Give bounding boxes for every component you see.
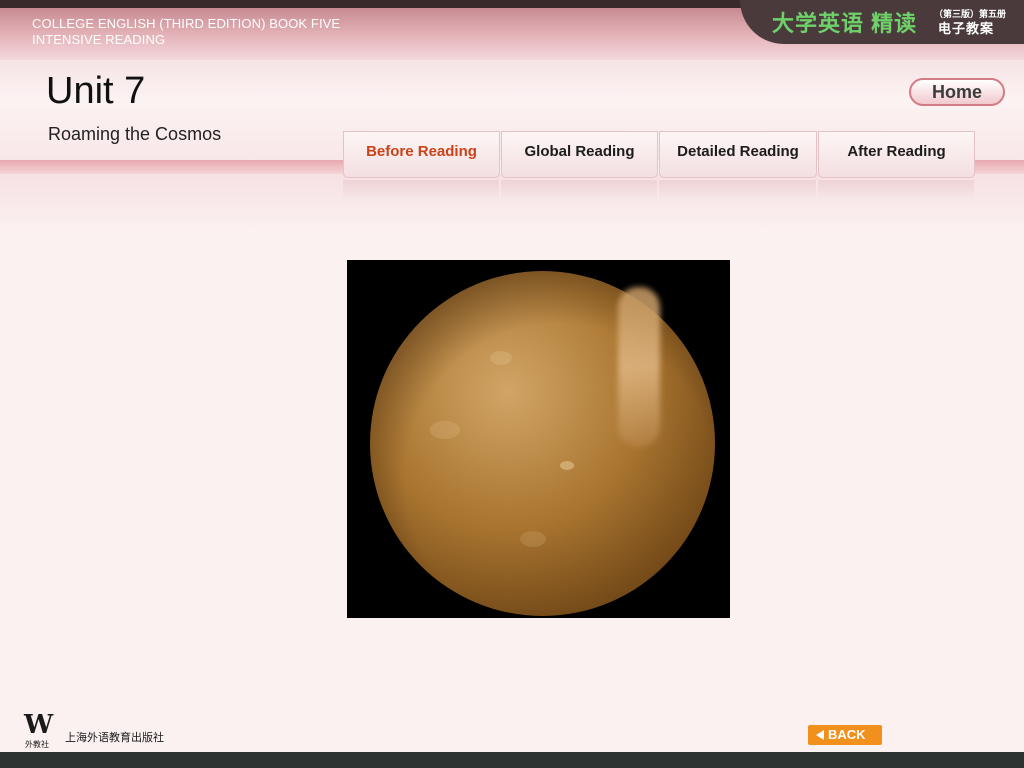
tab-shadow [501,180,657,200]
back-button-label: BACK [828,727,866,742]
footer-bar [0,752,1024,768]
tab-global-reading[interactable]: Global Reading [501,131,658,178]
tab-before-reading[interactable]: Before Reading [343,131,500,178]
planet-surface-spot [560,461,574,470]
decor-band-left [0,160,343,174]
planet-mercury-photo [370,271,715,616]
course-title-line2: INTENSIVE READING [32,32,166,47]
publisher-name: 上海外语教育出版社 [65,732,164,744]
tab-detailed-reading[interactable]: Detailed Reading [659,131,817,178]
decor-band-right [975,160,1024,174]
course-title-line1: COLLEGE ENGLISH (THIRD EDITION) BOOK FIV… [32,16,341,31]
tab-shadow [818,180,974,200]
publisher-logo-caption: 外教社 [25,740,49,749]
publisher-logo-icon: W [24,710,53,740]
planet-surface-spot [430,421,460,439]
home-button[interactable]: Home [909,78,1005,106]
back-arrow-icon [816,730,824,740]
tab-after-reading[interactable]: After Reading [818,131,975,178]
planet-surface-spot [490,351,512,365]
planet-surface-spot [520,531,546,547]
planet-surface-streak [618,287,660,447]
page-title: Unit 7 [46,70,146,112]
page-subtitle: Roaming the Cosmos [48,124,222,144]
course-title: COLLEGE ENGLISH (THIRD EDITION) BOOK FIV… [32,16,340,48]
brand-title: 大学英语 精读 [772,11,918,36]
back-button[interactable]: BACK [808,725,882,745]
brand-subtitle: 电子教案 [938,21,995,36]
tab-shadow [659,180,816,200]
tab-shadow [343,180,499,200]
planet-image [347,260,730,618]
